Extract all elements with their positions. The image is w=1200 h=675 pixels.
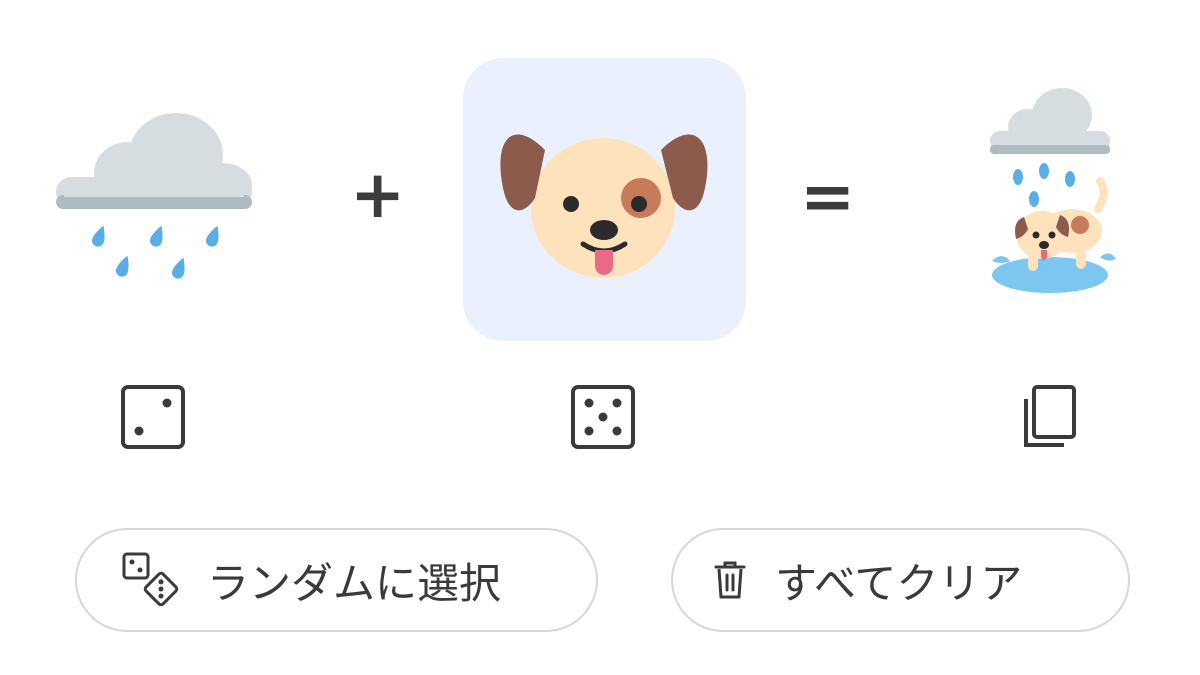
copy-result-button[interactable] [1012,381,1084,453]
randomize-left-die-icon[interactable] [117,381,189,453]
clear-all-button[interactable]: すべてクリア [671,528,1130,632]
dice-pair-icon [121,551,181,609]
clear-all-label: すべてクリア [775,558,1023,608]
dog-face-icon [500,134,708,278]
plus-operator: + [350,156,406,233]
equals-operator: = [800,158,856,235]
dog-in-rain-puddle-icon [990,88,1116,293]
result-emoji-slot[interactable] [980,85,1120,300]
random-select-button[interactable]: ランダムに選択 [75,528,598,632]
random-select-label: ランダムに選択 [207,558,502,608]
copy-icon [1024,385,1076,447]
cloud-with-rain-icon [56,113,252,279]
raindrops [91,225,219,279]
right-emoji-slot-selected[interactable] [463,58,746,341]
trash-icon [713,560,747,600]
die-five-icon [571,385,635,449]
left-emoji-slot[interactable] [50,95,260,305]
randomize-right-die-icon[interactable] [567,381,639,453]
emoji-kitchen: + = ランダムに選択 すべてクリア [0,0,1200,675]
die-two-icon [121,385,185,449]
